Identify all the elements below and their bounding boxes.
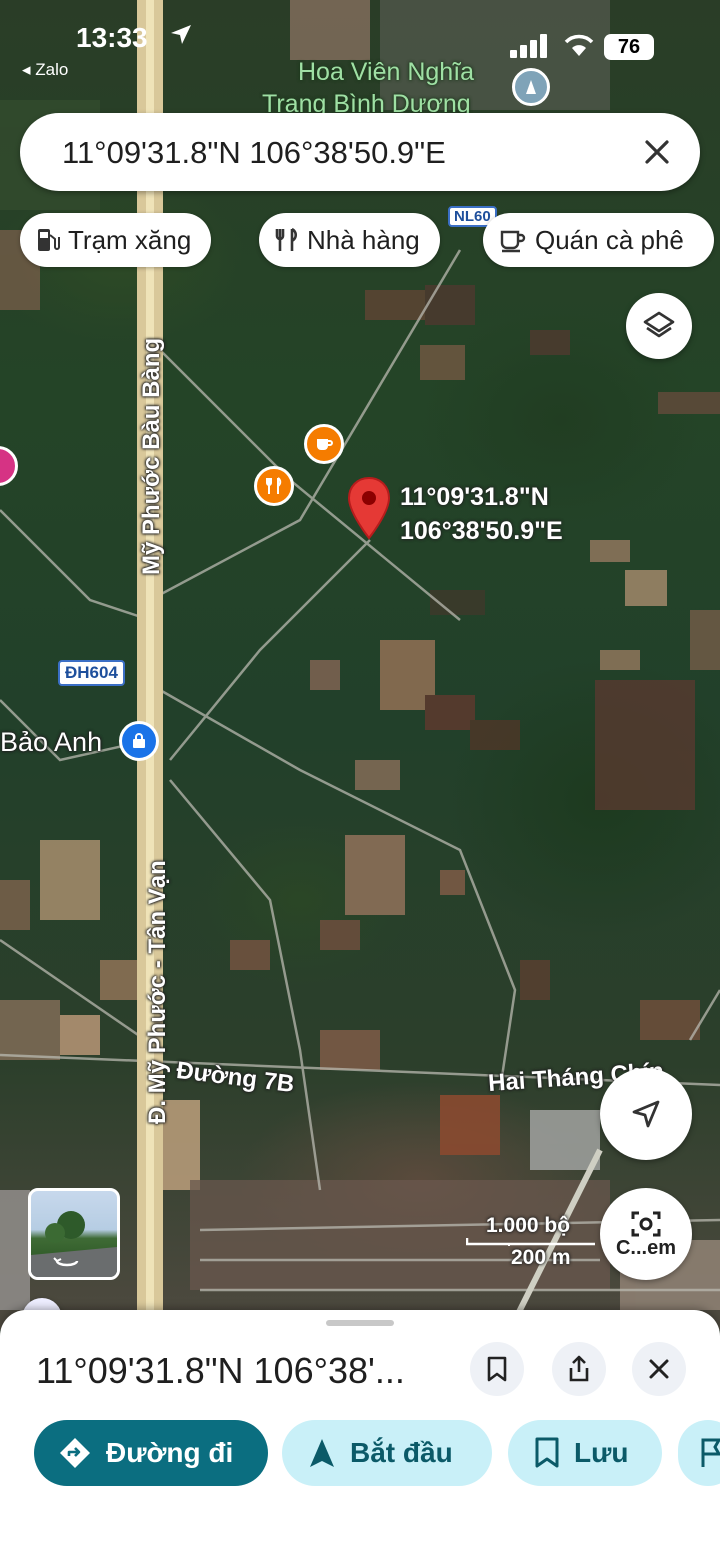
bookmark-icon [535, 1437, 559, 1468]
back-to-app-link[interactable]: ◂ Zalo [22, 60, 68, 80]
layers-button[interactable] [626, 293, 692, 359]
search-bar[interactable]: 11°09'31.8"N 106°38'50.9"E [20, 113, 700, 191]
cemetery-poi-icon[interactable] [512, 68, 550, 106]
camera-icon [631, 1211, 661, 1236]
close-icon [649, 1359, 669, 1379]
restaurant-poi-icon[interactable] [254, 466, 294, 506]
chip-label: Quán cà phê [535, 224, 684, 255]
scale-meters: 200 m [511, 1246, 571, 1269]
scale-feet: 1.000 bộ [486, 1214, 571, 1237]
chip-restaurant[interactable]: Nhà hàng [259, 213, 440, 267]
route-shield-dh604: ĐH604 [58, 660, 125, 686]
navigation-arrow-icon [632, 1100, 660, 1128]
sheet-drag-handle[interactable] [326, 1320, 394, 1326]
save-button[interactable]: Lưu [508, 1420, 662, 1486]
wifi-icon [564, 34, 594, 56]
camera-button-label: C...em [615, 1236, 677, 1259]
cellular-signal-icon [510, 34, 547, 58]
close-sheet-button[interactable] [632, 1342, 686, 1396]
scale-bar [466, 1238, 595, 1246]
bookmark-icon [487, 1356, 507, 1382]
pin-latitude: 11°09'31.8"N [400, 483, 549, 511]
road-label-my-phuoc-bau-bang: Mỹ Phước Bàu Bàng [138, 337, 165, 575]
location-pin-icon[interactable] [346, 476, 392, 542]
map-scale: 1.000 bộ 200 m [466, 1214, 596, 1270]
pin-longitude: 106°38'50.9"E [400, 517, 563, 545]
chip-coffee[interactable]: Quán cà phê [483, 213, 714, 267]
street-view-thumbnail[interactable] [28, 1188, 120, 1280]
place-bottom-sheet[interactable]: 11°09'31.8"N 106°38'... Đường đi Bắt đầu… [0, 1310, 720, 1558]
place-title: 11°09'31.8"N 106°38'... [36, 1350, 405, 1391]
save-icon-button[interactable] [470, 1342, 524, 1396]
search-query[interactable]: 11°09'31.8"N 106°38'50.9"E [62, 135, 446, 171]
chip-label: Trạm xăng [68, 224, 192, 255]
share-icon [569, 1355, 589, 1382]
directions-label: Đường đi [106, 1437, 234, 1468]
status-bar: 13:33 ◂ Zalo 76 [0, 18, 720, 79]
gas-station-icon [38, 229, 60, 251]
clear-search-icon[interactable] [640, 135, 674, 169]
layers-icon [643, 311, 675, 338]
share-button[interactable] [552, 1342, 606, 1396]
more-action-button[interactable] [678, 1420, 720, 1486]
chip-label: Nhà hàng [307, 224, 420, 255]
battery-indicator: 76 [604, 34, 654, 60]
place-label-bao-anh[interactable]: Bảo Anh [0, 727, 102, 758]
camera-search-button[interactable]: C...em [600, 1188, 692, 1280]
action-buttons-row: Đường đi Bắt đầu Lưu [0, 1420, 720, 1490]
navigation-arrow-icon [310, 1439, 334, 1467]
chip-gas-station[interactable]: Trạm xăng [20, 213, 212, 267]
directions-icon [60, 1438, 90, 1468]
restaurant-icon [275, 227, 298, 251]
flag-icon [701, 1438, 720, 1467]
coffee-poi-icon[interactable] [304, 424, 344, 464]
save-label: Lưu [574, 1437, 629, 1468]
start-label: Bắt đầu [350, 1437, 453, 1468]
pin-coordinates-label: 11°09'31.8"N 106°38'50.9"E [400, 480, 563, 548]
shopping-poi-icon[interactable] [119, 721, 159, 761]
my-location-button[interactable] [600, 1068, 692, 1160]
road-label-my-phuoc-tan-van: Đ. Mỹ Phước - Tân Vạn [144, 860, 171, 1124]
coffee-icon [500, 230, 526, 253]
directions-button[interactable]: Đường đi [34, 1420, 268, 1486]
status-time: 13:33 [76, 22, 148, 53]
start-button[interactable]: Bắt đầu [282, 1420, 492, 1486]
location-services-icon [171, 25, 191, 44]
